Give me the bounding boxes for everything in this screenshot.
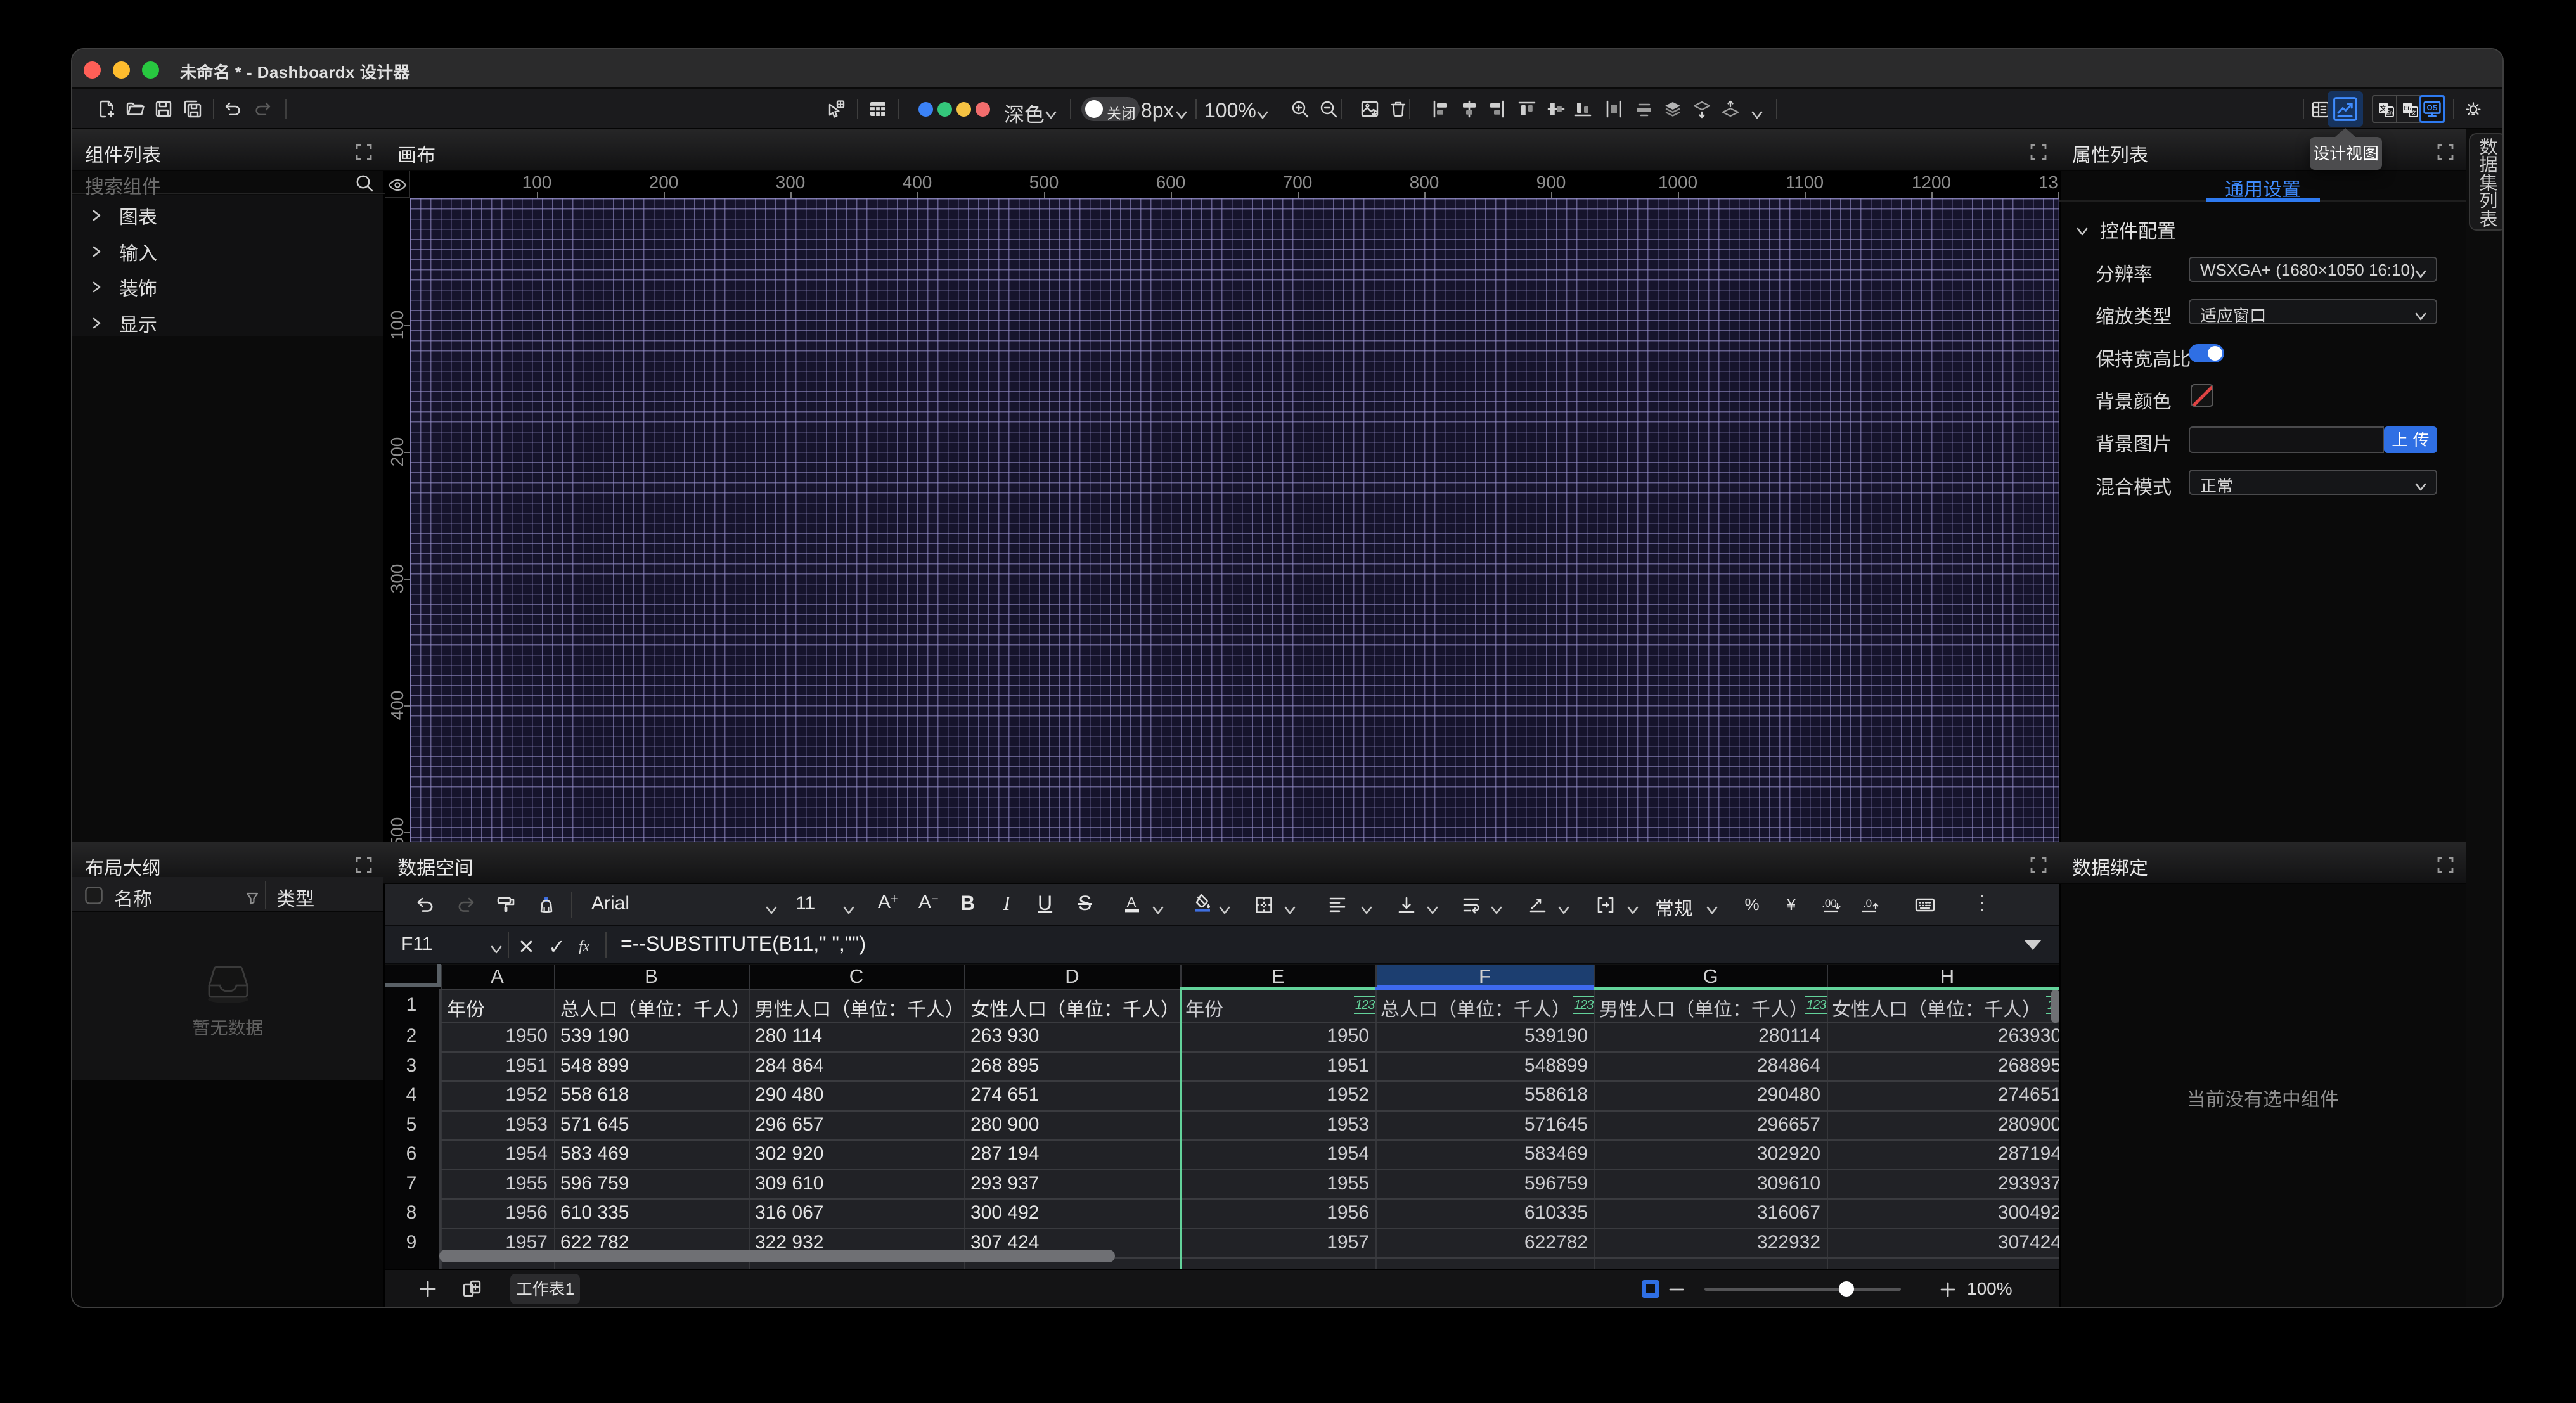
svg-text:OS: OS — [2427, 104, 2438, 112]
svg-text:%: % — [1744, 895, 1759, 914]
svg-text:.0: .0 — [1863, 897, 1872, 909]
svg-text:En: En — [2386, 110, 2393, 116]
svg-text:¥: ¥ — [1786, 895, 1796, 914]
svg-text:.00: .00 — [1822, 897, 1837, 909]
svg-text:fx: fx — [579, 939, 590, 954]
svg-text:文: 文 — [2411, 107, 2418, 117]
svg-text:A: A — [1127, 894, 1137, 910]
